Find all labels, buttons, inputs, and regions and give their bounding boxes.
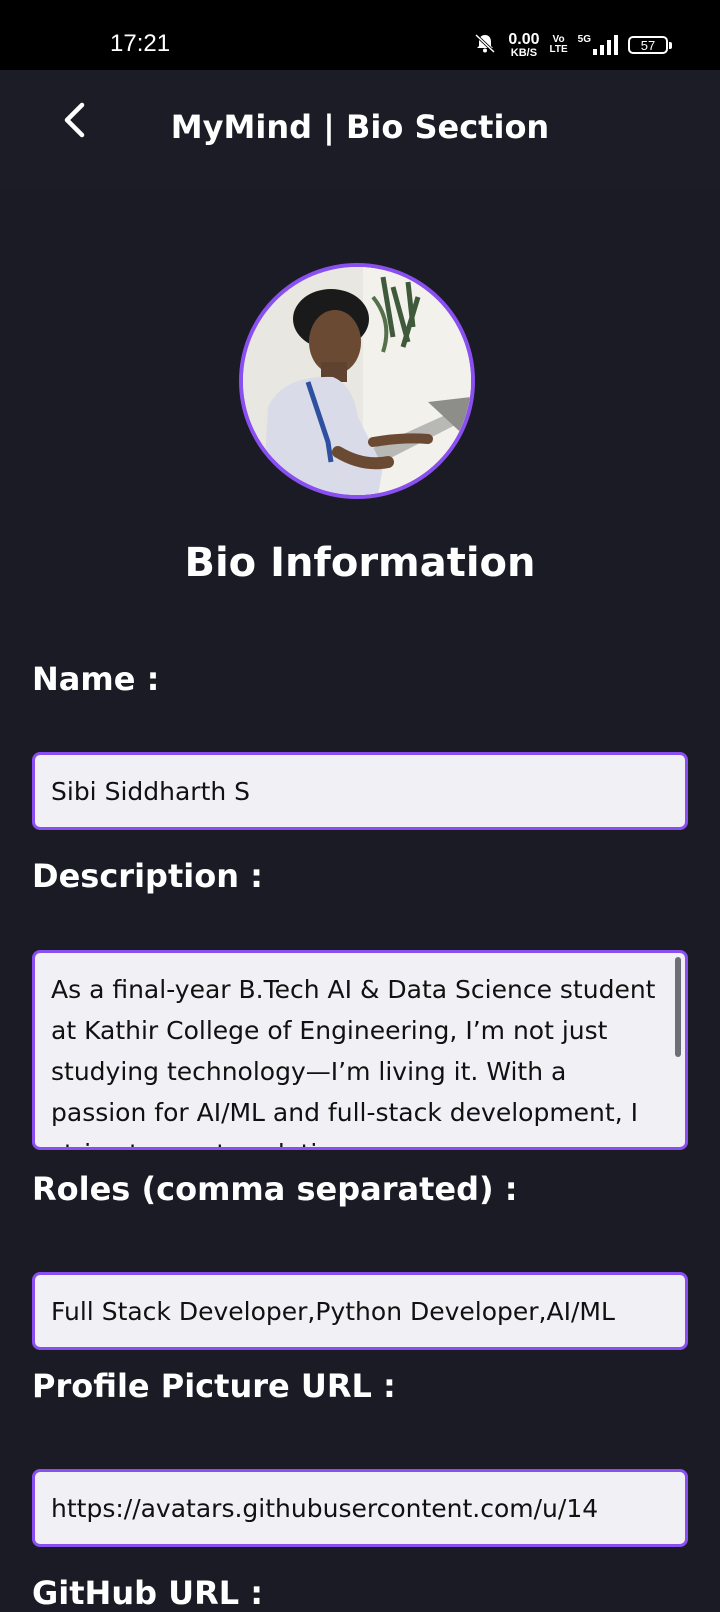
roles-label: Roles (comma separated) : <box>32 1170 518 1208</box>
status-bar: 17:21 0.00 KB/S Vo LTE 5G 57 <box>0 0 720 70</box>
bell-muted-icon <box>472 32 498 58</box>
net-speed: 0.00 KB/S <box>508 30 540 59</box>
name-label: Name : <box>32 660 160 698</box>
picture-url-label: Profile Picture URL : <box>32 1367 396 1405</box>
volte-bottom: LTE <box>549 44 568 55</box>
page-title: MyMind | Bio Section <box>170 108 550 146</box>
status-time: 17:21 <box>110 30 171 57</box>
name-input[interactable]: Sibi Siddharth S <box>32 752 688 830</box>
picture-url-input[interactable]: https://avatars.githubusercontent.com/u/… <box>32 1469 688 1547</box>
github-url-label: GitHub URL : <box>32 1574 264 1612</box>
network-indicator: 5G <box>578 35 618 55</box>
battery-level: 57 <box>640 37 656 53</box>
textarea-scrollbar[interactable] <box>675 957 681 1057</box>
description-label: Description : <box>32 857 263 895</box>
app-bar: MyMind | Bio Section <box>0 70 720 190</box>
description-text: As a final-year B.Tech AI & Data Science… <box>51 975 656 1147</box>
net-speed-value: 0.00 <box>508 30 540 48</box>
avatar <box>239 263 475 499</box>
description-textarea[interactable]: As a final-year B.Tech AI & Data Science… <box>32 950 688 1150</box>
net-speed-unit: KB/S <box>510 46 538 59</box>
signal-icon <box>593 35 618 55</box>
roles-input[interactable]: Full Stack Developer,Python Developer,AI… <box>32 1272 688 1350</box>
status-icons: 0.00 KB/S Vo LTE 5G 57 <box>472 30 672 60</box>
volte-indicator: Vo LTE <box>550 35 568 55</box>
network-type: 5G <box>577 34 591 45</box>
section-heading: Bio Information <box>184 540 536 586</box>
avatar-photo <box>243 267 471 495</box>
battery-icon: 57 <box>628 36 672 54</box>
